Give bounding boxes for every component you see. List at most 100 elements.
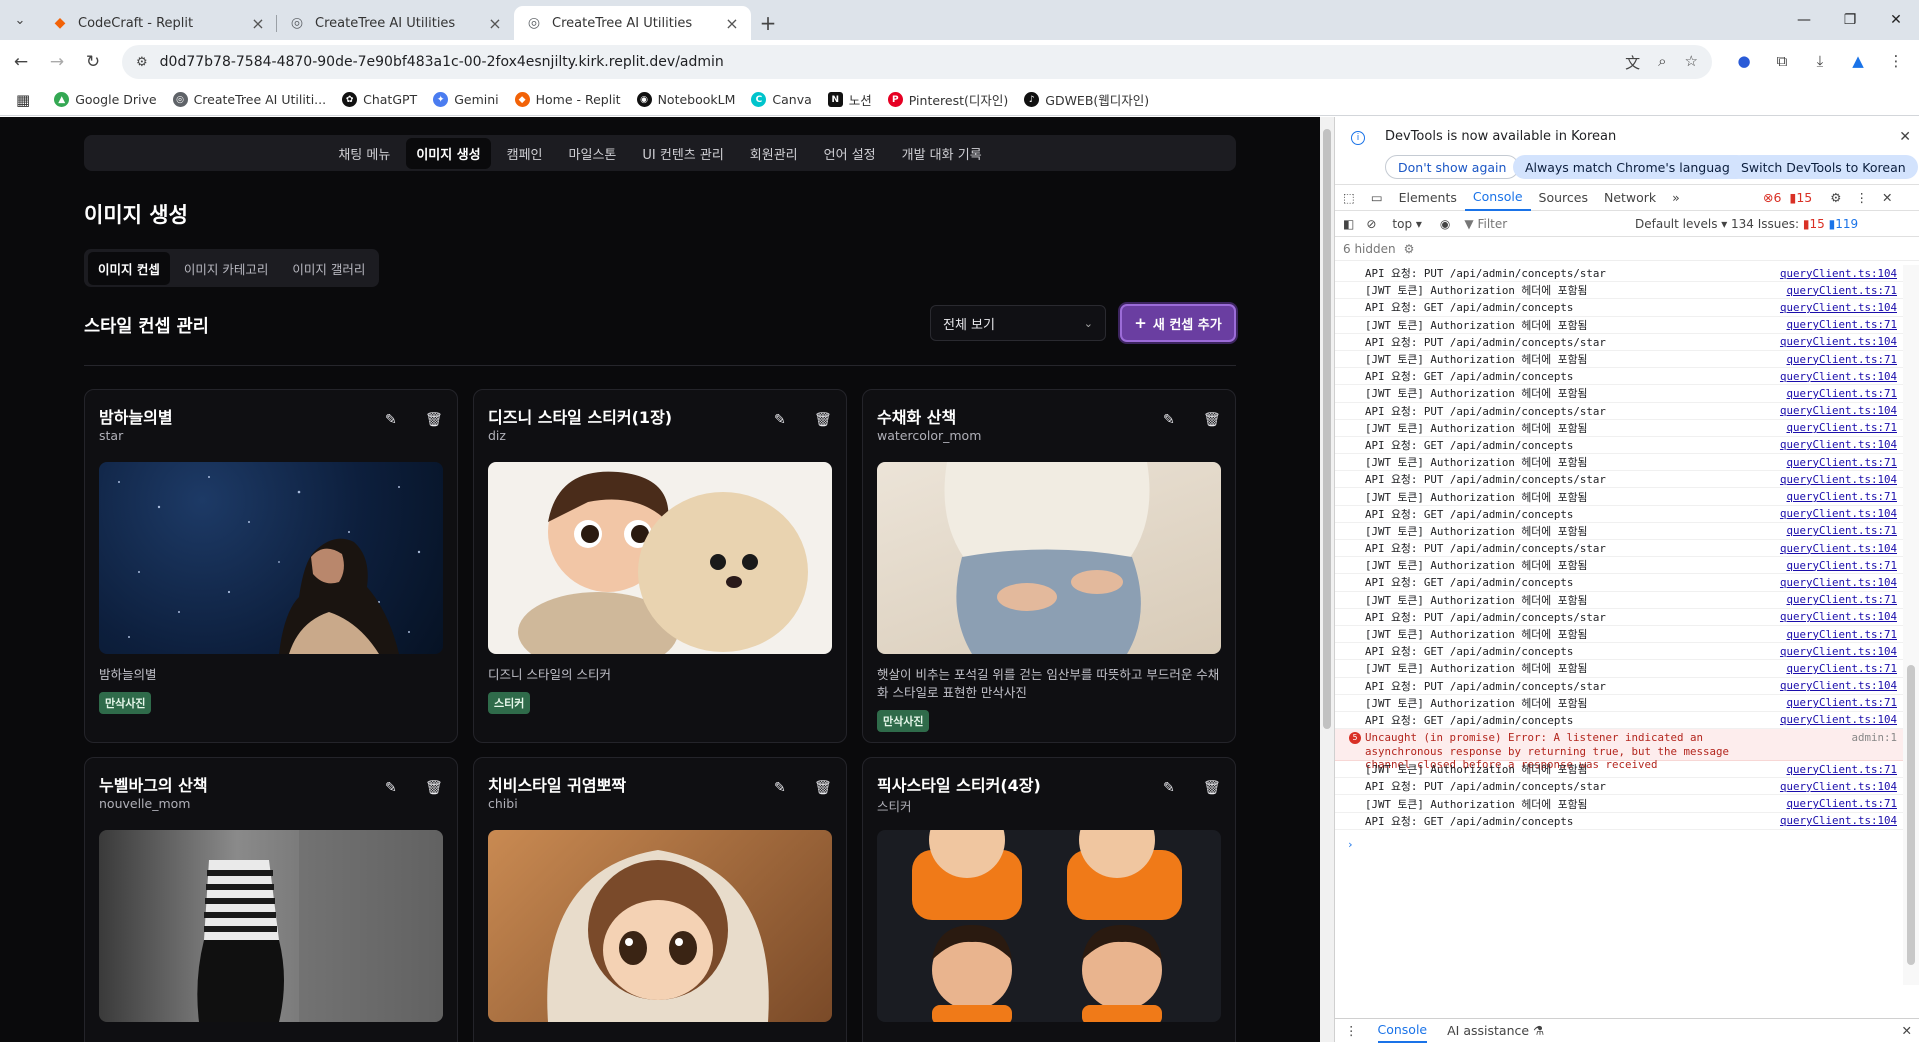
trash-icon[interactable]: 🗑 — [1203, 780, 1221, 796]
drawer-menu-icon[interactable]: ⋮ — [1345, 1023, 1358, 1038]
log-source-link[interactable]: queryClient.ts:71 — [1786, 456, 1897, 469]
edit-icon[interactable]: ✎ — [385, 412, 397, 428]
tab-image-gallery[interactable]: 이미지 갤러리 — [282, 252, 375, 285]
bookmark-item[interactable]: ◉ NotebookLM — [636, 92, 735, 107]
log-source-link[interactable]: queryClient.ts:104 — [1780, 645, 1897, 658]
minimize-icon[interactable]: — — [1781, 0, 1827, 40]
context-select[interactable]: top ▾ — [1392, 217, 1422, 231]
close-tab-icon[interactable]: × — [723, 14, 741, 33]
log-source-link[interactable]: queryClient.ts:71 — [1786, 490, 1897, 503]
dont-show-again-button[interactable]: Don't show again — [1385, 155, 1520, 179]
switch-korean-button[interactable]: Switch DevTools to Korean — [1729, 155, 1918, 179]
trash-icon[interactable]: 🗑 — [425, 780, 443, 796]
translate-icon[interactable]: 文 — [1625, 52, 1640, 73]
tab-search-icon[interactable]: ⌄ — [0, 0, 40, 40]
log-source-link[interactable]: admin:1 — [1851, 731, 1897, 745]
browser-tab[interactable]: ◎ CreateTree AI Utilities × — [277, 6, 514, 40]
browser-tab-active[interactable]: ◎ CreateTree AI Utilities × — [514, 6, 751, 40]
address-bar[interactable]: ⚙ d0d77b78-7584-4870-90de-7e90bf483a1c-0… — [122, 45, 1712, 79]
profile-avatar-icon[interactable]: ▲ — [1843, 46, 1873, 76]
restore-icon[interactable]: ❐ — [1827, 0, 1873, 40]
nav-campaign[interactable]: 캠페인 — [497, 138, 553, 169]
drawer-tab-ai-assistance[interactable]: AI assistance ⚗ — [1447, 1023, 1544, 1038]
console-settings-icon[interactable]: ⚙ — [1404, 242, 1415, 256]
trash-icon[interactable]: 🗑 — [425, 412, 443, 428]
close-tab-icon[interactable]: × — [249, 14, 267, 33]
extensions-puzzle-icon[interactable]: ⧉ — [1767, 46, 1797, 76]
close-window-icon[interactable]: ✕ — [1873, 0, 1919, 40]
log-source-link[interactable]: queryClient.ts:71 — [1786, 763, 1897, 776]
log-source-link[interactable]: queryClient.ts:71 — [1786, 387, 1897, 400]
edit-icon[interactable]: ✎ — [1163, 412, 1175, 428]
reload-icon[interactable]: ↻ — [78, 47, 108, 77]
bookmark-item[interactable]: ◎ CreateTree AI Utiliti... — [172, 92, 326, 107]
new-tab-icon[interactable]: + — [751, 6, 785, 40]
log-source-link[interactable]: queryClient.ts:71 — [1786, 284, 1897, 297]
inspect-icon[interactable]: ⬚ — [1335, 185, 1363, 211]
log-source-link[interactable]: queryClient.ts:71 — [1786, 524, 1897, 537]
error-count-badge[interactable]: ⊗6 — [1763, 190, 1781, 205]
log-source-link[interactable]: queryClient.ts:71 — [1786, 593, 1897, 606]
page-scrollbar[interactable] — [1320, 117, 1334, 1042]
device-toolbar-icon[interactable]: ▭ — [1363, 185, 1391, 211]
menu-kebab-icon[interactable]: ⋮ — [1881, 46, 1911, 76]
download-icon[interactable]: ⤓ — [1805, 46, 1835, 76]
edit-icon[interactable]: ✎ — [1163, 780, 1175, 796]
live-expression-eye-icon[interactable]: ◉ — [1440, 217, 1450, 231]
bookmark-item[interactable]: ◆ Home - Replit — [514, 92, 621, 107]
close-tab-icon[interactable]: × — [486, 14, 504, 33]
log-source-link[interactable]: queryClient.ts:104 — [1780, 267, 1897, 280]
console-prompt[interactable]: › — [1335, 836, 1903, 853]
back-icon[interactable]: ← — [6, 47, 36, 77]
edit-icon[interactable]: ✎ — [774, 780, 786, 796]
tab-network[interactable]: Network — [1596, 185, 1664, 211]
log-source-link[interactable]: queryClient.ts:104 — [1780, 679, 1897, 692]
trash-icon[interactable]: 🗑 — [814, 412, 832, 428]
extension-icon[interactable]: ● — [1729, 46, 1759, 76]
apps-grid-icon[interactable]: ▦ — [16, 91, 30, 109]
log-source-link[interactable]: queryClient.ts:104 — [1780, 542, 1897, 555]
drawer-tab-console[interactable]: Console — [1377, 1019, 1428, 1043]
close-devtools-icon[interactable]: ✕ — [1882, 190, 1892, 205]
tab-console[interactable]: Console — [1464, 185, 1531, 211]
log-source-link[interactable]: queryClient.ts:104 — [1780, 507, 1897, 520]
trash-icon[interactable]: 🗑 — [1203, 412, 1221, 428]
warning-count-badge[interactable]: ▮15 — [1789, 190, 1812, 205]
tab-sources[interactable]: Sources — [1531, 185, 1596, 211]
log-source-link[interactable]: queryClient.ts:104 — [1780, 713, 1897, 726]
bookmark-item[interactable]: C Canva — [751, 92, 812, 107]
devtools-menu-icon[interactable]: ⋮ — [1855, 190, 1868, 205]
log-source-link[interactable]: queryClient.ts:71 — [1786, 559, 1897, 572]
tab-elements[interactable]: Elements — [1391, 185, 1465, 211]
nav-dev-log[interactable]: 개발 대화 기록 — [892, 138, 992, 169]
log-source-link[interactable]: queryClient.ts:71 — [1786, 628, 1897, 641]
edit-icon[interactable]: ✎ — [385, 780, 397, 796]
match-language-button[interactable]: Always match Chrome's language — [1513, 155, 1750, 179]
browser-tab[interactable]: ◆ CodeCraft - Replit × — [40, 6, 277, 40]
log-source-link[interactable]: queryClient.ts:104 — [1780, 576, 1897, 589]
log-source-link[interactable]: queryClient.ts:104 — [1780, 473, 1897, 486]
nav-milestone[interactable]: 마일스톤 — [559, 138, 627, 169]
bookmark-item[interactable]: ♪ GDWEB(웹디자인) — [1024, 90, 1149, 109]
nav-chat-menu[interactable]: 채팅 메뉴 — [328, 138, 400, 169]
log-levels-select[interactable]: Default levels ▾ — [1635, 217, 1727, 231]
zoom-icon[interactable]: ⌕ — [1658, 52, 1666, 73]
clear-console-icon[interactable]: ⊘ — [1366, 217, 1376, 231]
bookmark-item[interactable]: ✿ ChatGPT — [342, 92, 417, 107]
log-source-link[interactable]: queryClient.ts:71 — [1786, 421, 1897, 434]
bookmark-item[interactable]: N 노션 — [827, 90, 872, 109]
filter-select[interactable]: 전체 보기 ⌄ — [930, 305, 1106, 341]
log-source-link[interactable]: queryClient.ts:104 — [1780, 335, 1897, 348]
log-source-link[interactable]: queryClient.ts:71 — [1786, 696, 1897, 709]
console-scrollbar[interactable] — [1903, 265, 1919, 985]
log-source-link[interactable]: queryClient.ts:104 — [1780, 438, 1897, 451]
close-drawer-icon[interactable]: ✕ — [1902, 1023, 1912, 1038]
settings-gear-icon[interactable]: ⚙ — [1830, 190, 1841, 205]
forward-icon[interactable]: → — [42, 47, 72, 77]
bookmark-item[interactable]: ✦ Gemini — [433, 92, 499, 107]
tab-image-category[interactable]: 이미지 카테고리 — [174, 252, 278, 285]
add-concept-button[interactable]: + 새 컨셉 추가 — [1120, 304, 1236, 342]
trash-icon[interactable]: 🗑 — [814, 780, 832, 796]
more-tabs-icon[interactable]: » — [1664, 185, 1688, 211]
nav-image-generation[interactable]: 이미지 생성 — [406, 137, 491, 169]
